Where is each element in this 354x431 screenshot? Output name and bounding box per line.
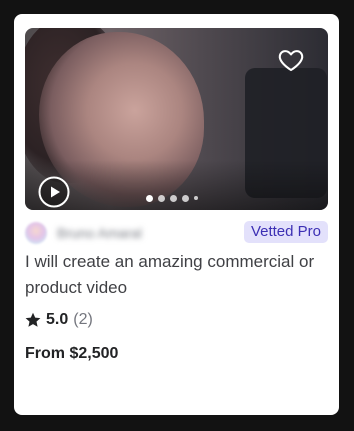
vetted-pro-badge: Vetted Pro <box>243 221 328 243</box>
seller-name[interactable]: Bruno Amaral <box>57 225 142 241</box>
play-icon[interactable] <box>38 176 70 208</box>
screenshot-frame: Bruno Amaral Vetted Pro I will create an… <box>0 0 354 431</box>
rating-count: (2) <box>73 311 93 328</box>
gig-card[interactable]: Bruno Amaral Vetted Pro I will create an… <box>14 14 339 415</box>
carousel-dot[interactable] <box>194 196 198 200</box>
star-icon <box>25 312 41 327</box>
carousel-dot[interactable] <box>146 194 153 202</box>
rating-row: 5.0 (2) <box>25 310 93 330</box>
avatar[interactable] <box>25 222 47 244</box>
carousel-dots <box>146 194 198 202</box>
gig-title[interactable]: I will create an amazing commercial or p… <box>25 249 325 301</box>
carousel-dot[interactable] <box>170 194 177 202</box>
heart-icon[interactable] <box>277 46 305 74</box>
gig-media-carousel[interactable] <box>25 28 328 210</box>
carousel-dot[interactable] <box>182 194 189 202</box>
rating-value: 5.0 <box>46 311 69 328</box>
carousel-dot[interactable] <box>158 194 165 202</box>
media-bottom-shade <box>25 160 328 210</box>
gig-price[interactable]: From $2,500 <box>25 345 118 363</box>
seller-row: Bruno Amaral Vetted Pro <box>25 221 328 245</box>
